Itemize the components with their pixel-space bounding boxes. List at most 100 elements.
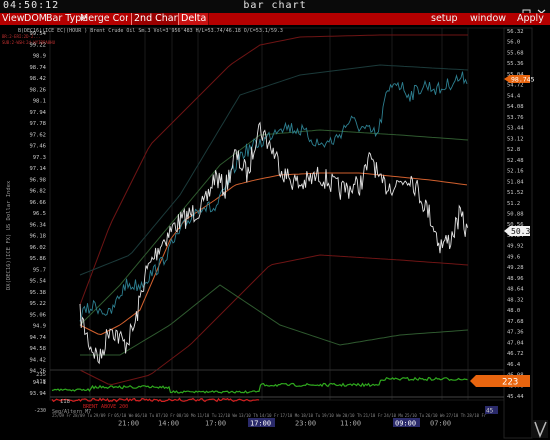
date-label: 25/10 Tu (405, 413, 425, 418)
menu-dom[interactable]: DOM (24, 13, 47, 25)
left-tick-label: 94.58 (29, 346, 46, 352)
left-tick-label: 94.42 (29, 357, 46, 363)
right-tick-label: 51.84 (507, 179, 524, 185)
left-tick-label: 96.82 (29, 189, 46, 195)
date-label: 08/10 Mo (177, 413, 197, 418)
menu-bar: View DOM Bar Type Merge Contr 2nd Chart … (0, 13, 550, 25)
hour-label: 14:00 (158, 420, 179, 428)
right-tick-label: 47.68 (507, 319, 524, 325)
right-tick-label: 51.52 (507, 190, 524, 196)
indicator-label-118: 118 (36, 379, 46, 385)
bottom-right-badge: 45 (485, 406, 498, 415)
hour-label: 07:00 (430, 420, 451, 428)
date-label: 25/09 Fr (52, 413, 72, 418)
right-tick-label: 51.2 (507, 201, 520, 207)
right-tick-label: 49.28 (507, 265, 524, 271)
right-tick-label: 53.44 (507, 126, 524, 132)
left-tick-label: 96.34 (29, 222, 46, 228)
left-tick-label: 95.22 (29, 301, 46, 307)
left-tick-label: 99.54 (29, 31, 46, 37)
tab-2nd-chart[interactable]: 2nd Chart (131, 13, 185, 25)
date-label: 26/10 We (426, 413, 446, 418)
date-label: 28/09 Tu (73, 413, 93, 418)
close-icon[interactable] (537, 2, 546, 17)
date-label: 14/10 Fr (260, 413, 280, 418)
right-tick-label: 48.0 (507, 308, 520, 314)
menu-window[interactable]: window (470, 13, 506, 25)
left-tick-label: 98.42 (29, 76, 46, 82)
right-tick-label: 46.4 (507, 362, 521, 368)
date-label: 17/10 Mo (280, 413, 300, 418)
right-tick-label: 55.36 (507, 61, 524, 67)
right-tick-label: 54.08 (507, 104, 524, 110)
right-tick-label: 53.12 (507, 136, 524, 142)
left-tick-label: 97.94 (29, 110, 46, 116)
left-tick-label: 97.3 (33, 155, 46, 161)
date-label: 27/10 Th (446, 413, 466, 418)
right-tick-label: 54.72 (507, 83, 524, 89)
date-label: 12/10 We (218, 413, 238, 418)
left-tick-label: 93.94 (29, 391, 46, 397)
right-tick-label: 47.04 (507, 340, 524, 346)
left-tick-label: 96.98 (29, 177, 46, 183)
left-tick-label: 96.66 (29, 200, 46, 206)
right-tick-label: 48.32 (507, 297, 524, 303)
left-tick-label: 94.74 (29, 335, 46, 341)
window-title: bar chart (243, 0, 307, 11)
left-tick-label: 97.46 (29, 144, 46, 150)
right-tick-label: 48.96 (507, 276, 524, 282)
chart-header: B(DEC16)(ICE EC)(HOUR ) Brent Crude Oil … (18, 28, 283, 34)
hour-label: 11:00 (340, 420, 361, 428)
right-tick-label: 53.76 (507, 115, 524, 121)
left-tick-label: 95.06 (29, 312, 46, 318)
left-tick-label: 97.14 (29, 166, 46, 172)
maximize-icon[interactable] (522, 2, 531, 17)
tab-delta[interactable]: Delta (178, 13, 210, 25)
hour-label: 23:00 (295, 420, 316, 428)
menu-apply[interactable]: Apply (517, 13, 544, 25)
date-label: 20/10 Th (343, 413, 363, 418)
left-tick-label: 96.02 (29, 245, 46, 251)
menu-merge-contr[interactable]: Merge Contr (80, 13, 128, 25)
right-tick-label: 46.72 (507, 351, 524, 357)
date-label: 19/10 We (322, 413, 342, 418)
date-label: 13/10 Th (239, 413, 259, 418)
logo-icon (533, 420, 548, 439)
title-bar: 04:50:12 bar chart (0, 0, 550, 17)
date-label: 06/10 Tu (135, 413, 155, 418)
minimize-icon[interactable] (507, 2, 516, 17)
svg-text:45: 45 (486, 408, 494, 415)
right-tick-label: 50.88 (507, 212, 524, 218)
right-tick-label: 54.4 (507, 93, 521, 99)
date-label: 21/10 Fr (363, 413, 383, 418)
menu-view[interactable]: View (2, 13, 25, 25)
svg-text:98.745: 98.745 (511, 76, 535, 84)
left-tick-label: 95.86 (29, 256, 46, 262)
svg-text:223: 223 (502, 378, 518, 388)
left-tick-label: 98.9 (33, 54, 46, 60)
indicator-label-235: 235 (36, 372, 46, 378)
left-tick-label: 96.18 (29, 234, 46, 240)
bar-chart-canvas[interactable]: B(DEC16)(ICE EC)(HOUR ) Brent Crude Oil … (0, 25, 550, 440)
right-tick-label: 47.36 (507, 330, 524, 336)
left-tick-label: 98.1 (33, 99, 46, 105)
right-tick-label: 55.68 (507, 50, 524, 56)
date-label: 29/09 Fr (94, 413, 114, 418)
right-axis-ticks: 56.3256.055.6855.3655.0454.7254.454.0853… (507, 29, 524, 400)
indicator-label-neg: -230 (34, 408, 46, 414)
menu-setup[interactable]: setup (431, 13, 458, 25)
left-tick-label: 95.38 (29, 290, 46, 296)
hour-label: 17:00 (205, 420, 226, 428)
left-tick-label: 95.54 (29, 279, 46, 285)
indicator-badge: 223 (470, 375, 530, 388)
indicator-label-118b: 118 (60, 399, 70, 405)
right-tick-label: 56.0 (507, 40, 520, 46)
date-label: 28/10 Fr (467, 413, 487, 418)
left-axis-label: DX(DEC16)(ICE FX) US Dollar Index (6, 180, 12, 290)
right-tick-label: 48.64 (507, 287, 524, 293)
right-tick-label: 52.8 (507, 147, 520, 153)
left-tick-label: 97.62 (29, 132, 46, 138)
right-tick-label: 49.92 (507, 244, 524, 250)
left-tick-label: 94.9 (33, 324, 46, 330)
hour-label: 21:00 (118, 420, 139, 428)
